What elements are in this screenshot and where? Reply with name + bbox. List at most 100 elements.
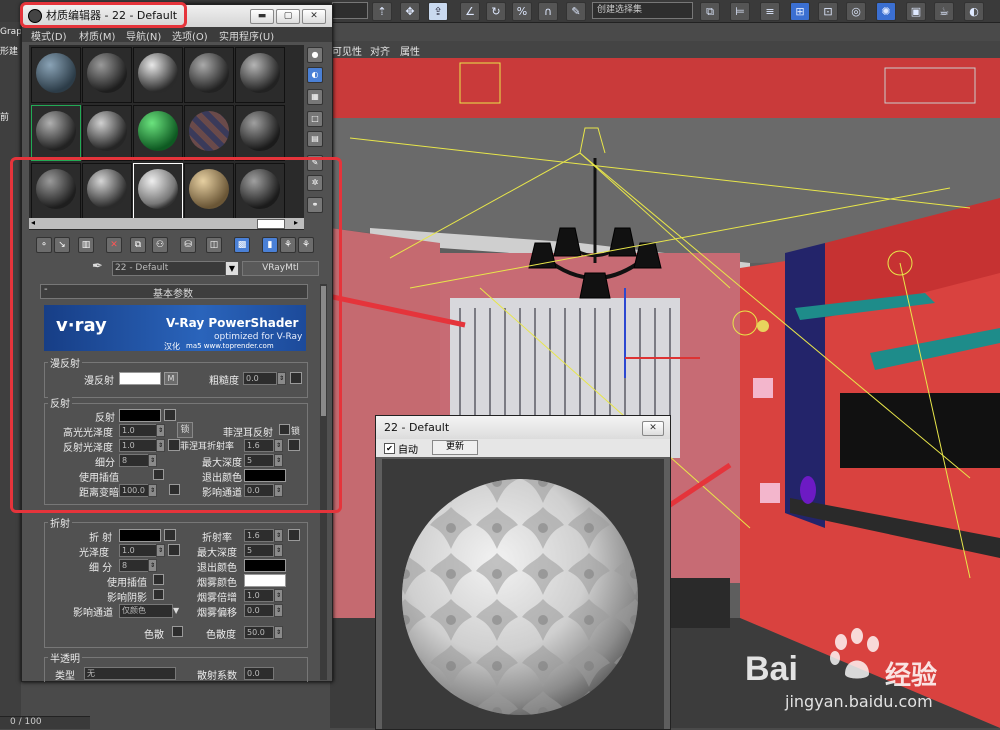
close-icon[interactable]: ✕ bbox=[302, 9, 326, 24]
preview-titlebar[interactable]: 22 - Default ✕ bbox=[376, 416, 670, 439]
dispersion-checkbox[interactable] bbox=[172, 626, 183, 637]
fog-multiplier-label: 烟雾倍增 bbox=[197, 593, 237, 604]
refr-subdivs-spinner[interactable]: ⇕ bbox=[148, 559, 157, 572]
material-editor-icon[interactable]: ◎ bbox=[846, 2, 866, 21]
material-sphere bbox=[138, 111, 178, 151]
time-slider[interactable]: 0 / 100 bbox=[0, 716, 90, 729]
translucency-type-label: 类型 bbox=[55, 671, 75, 682]
curve-editor-icon[interactable]: ⊞ bbox=[790, 2, 810, 21]
ior-spinner[interactable]: ⇕ bbox=[274, 529, 283, 542]
ior-field[interactable]: 1.6 bbox=[244, 529, 274, 542]
tab-properties[interactable]: 属性 bbox=[400, 43, 420, 58]
render-icon[interactable]: ▣ bbox=[906, 2, 926, 21]
refr-gloss-label: 光泽度 bbox=[79, 548, 109, 559]
menu-modes[interactable]: 模式(D) bbox=[31, 28, 67, 43]
refr-max-depth-field[interactable]: 5 bbox=[244, 544, 274, 557]
refr-gloss-map-slot[interactable] bbox=[168, 544, 180, 556]
material-sphere bbox=[87, 53, 127, 93]
refract-color-swatch[interactable] bbox=[119, 529, 161, 542]
select-icon[interactable]: ⇡ bbox=[372, 2, 392, 21]
material-preview-window[interactable]: 22 - Default ✕ ✔ 自动 更新 bbox=[375, 415, 671, 730]
left-strip-label-3: 前 bbox=[0, 113, 10, 123]
affect-shadows-checkbox[interactable] bbox=[153, 589, 164, 600]
refr-subdivs-field[interactable]: 8 bbox=[119, 559, 149, 572]
video-color-icon[interactable]: ▤ bbox=[307, 131, 323, 147]
background-icon[interactable]: ▦ bbox=[307, 89, 323, 105]
magnet-icon[interactable]: ∩ bbox=[538, 2, 558, 21]
auto-update-checkbox[interactable]: ✔ bbox=[384, 443, 395, 454]
refr-gloss-spinner[interactable]: ⇕ bbox=[156, 544, 165, 557]
maximize-icon[interactable]: ▢ bbox=[276, 9, 300, 24]
refr-use-interp-checkbox[interactable] bbox=[153, 574, 164, 585]
sample-slot[interactable] bbox=[31, 105, 81, 161]
abbe-spinner[interactable]: ⇕ bbox=[274, 626, 283, 639]
highlight-parameters bbox=[10, 157, 342, 513]
sample-slot[interactable] bbox=[184, 47, 234, 103]
uv-tiling-icon[interactable]: □ bbox=[307, 111, 323, 127]
percent-snap-icon[interactable]: % bbox=[512, 2, 532, 21]
named-selection-icon[interactable]: ✎ bbox=[566, 2, 586, 21]
refr-subdivs-label: 细 分 bbox=[89, 563, 113, 574]
watermark-brand: Bai bbox=[745, 650, 798, 688]
translucency-type-dropdown[interactable]: 无 bbox=[84, 667, 176, 680]
minimize-icon[interactable]: ▬ bbox=[250, 9, 274, 24]
affect-channels-label: 影响通道 bbox=[73, 608, 113, 619]
sample-slot[interactable] bbox=[31, 47, 81, 103]
align-icon[interactable]: ⊨ bbox=[730, 2, 750, 21]
backlight-icon[interactable]: ◐ bbox=[307, 67, 323, 83]
left-strip-label-2: 形建 bbox=[0, 47, 19, 57]
material-sphere bbox=[240, 53, 280, 93]
preview-close-icon[interactable]: ✕ bbox=[642, 421, 664, 436]
sample-type-icon[interactable]: ● bbox=[307, 47, 323, 63]
refr-exit-color-swatch[interactable] bbox=[244, 559, 286, 572]
sample-slot[interactable] bbox=[133, 47, 183, 103]
sample-slot[interactable] bbox=[82, 47, 132, 103]
menu-material[interactable]: 材质(M) bbox=[79, 28, 115, 43]
menu-options[interactable]: 选项(O) bbox=[172, 28, 208, 43]
teapot-icon[interactable]: ☕ bbox=[934, 2, 954, 21]
scatter-coeff-field[interactable]: 0.0 bbox=[244, 667, 274, 680]
sample-slot[interactable] bbox=[235, 47, 285, 103]
mirror-icon[interactable]: ⧉ bbox=[700, 2, 720, 21]
tab-visibility[interactable]: 可见性 bbox=[332, 43, 362, 58]
fog-color-swatch[interactable] bbox=[244, 574, 286, 587]
menu-navigation[interactable]: 导航(N) bbox=[126, 28, 161, 43]
named-selection-dropdown[interactable]: 创建选择集 bbox=[592, 2, 693, 19]
preview-render-area bbox=[382, 459, 664, 729]
toolbar-dropdown-left[interactable] bbox=[332, 2, 368, 19]
angle-snap-icon[interactable]: ∠ bbox=[460, 2, 480, 21]
abbe-field[interactable]: 50.0 bbox=[244, 626, 274, 639]
schematic-icon[interactable]: ⊡ bbox=[818, 2, 838, 21]
fog-multiplier-spinner[interactable]: ⇕ bbox=[274, 589, 283, 602]
render-frame-icon[interactable]: ◐ bbox=[964, 2, 984, 21]
watermark-url: jingyan.baidu.com bbox=[785, 692, 933, 711]
preview-toolbar: ✔ 自动 更新 bbox=[376, 439, 670, 457]
affect-shadows-label: 影响阴影 bbox=[107, 593, 147, 604]
refr-gloss-field[interactable]: 1.0 bbox=[119, 544, 157, 557]
damask-sphere-render bbox=[402, 479, 638, 715]
snap-toggle-icon[interactable]: ⇪ bbox=[428, 2, 448, 21]
move-icon[interactable]: ✥ bbox=[400, 2, 420, 21]
refr-max-depth-label: 最大深度 bbox=[197, 548, 237, 559]
fog-bias-spinner[interactable]: ⇕ bbox=[274, 604, 283, 617]
tab-align[interactable]: 对齐 bbox=[370, 43, 390, 58]
menu-utilities[interactable]: 实用程序(U) bbox=[219, 28, 274, 43]
refr-max-depth-spinner[interactable]: ⇕ bbox=[274, 544, 283, 557]
sample-slot[interactable] bbox=[82, 105, 132, 161]
baidu-paw-icon bbox=[830, 628, 879, 679]
sample-slot[interactable] bbox=[184, 105, 234, 161]
refract-map-slot[interactable] bbox=[164, 529, 176, 541]
baidu-watermark: Bai 经验 jingyan.baidu.com bbox=[745, 628, 995, 718]
fog-multiplier-field[interactable]: 1.0 bbox=[244, 589, 274, 602]
ior-map-slot[interactable] bbox=[288, 529, 300, 541]
update-button[interactable]: 更新 bbox=[432, 440, 478, 455]
ior-label: 折射率 bbox=[202, 533, 232, 544]
render-setup-icon[interactable]: ✺ bbox=[876, 2, 896, 21]
rotate-icon[interactable]: ↻ bbox=[486, 2, 506, 21]
fog-bias-field[interactable]: 0.0 bbox=[244, 604, 274, 617]
layer-icon[interactable]: ≡ bbox=[760, 2, 780, 21]
affect-channels-dropdown-arrow-icon[interactable]: ▼ bbox=[173, 606, 179, 615]
sample-slot[interactable] bbox=[133, 105, 183, 161]
affect-channels-dropdown[interactable]: 仅颜色 bbox=[119, 604, 173, 618]
sample-slot[interactable] bbox=[235, 105, 285, 161]
